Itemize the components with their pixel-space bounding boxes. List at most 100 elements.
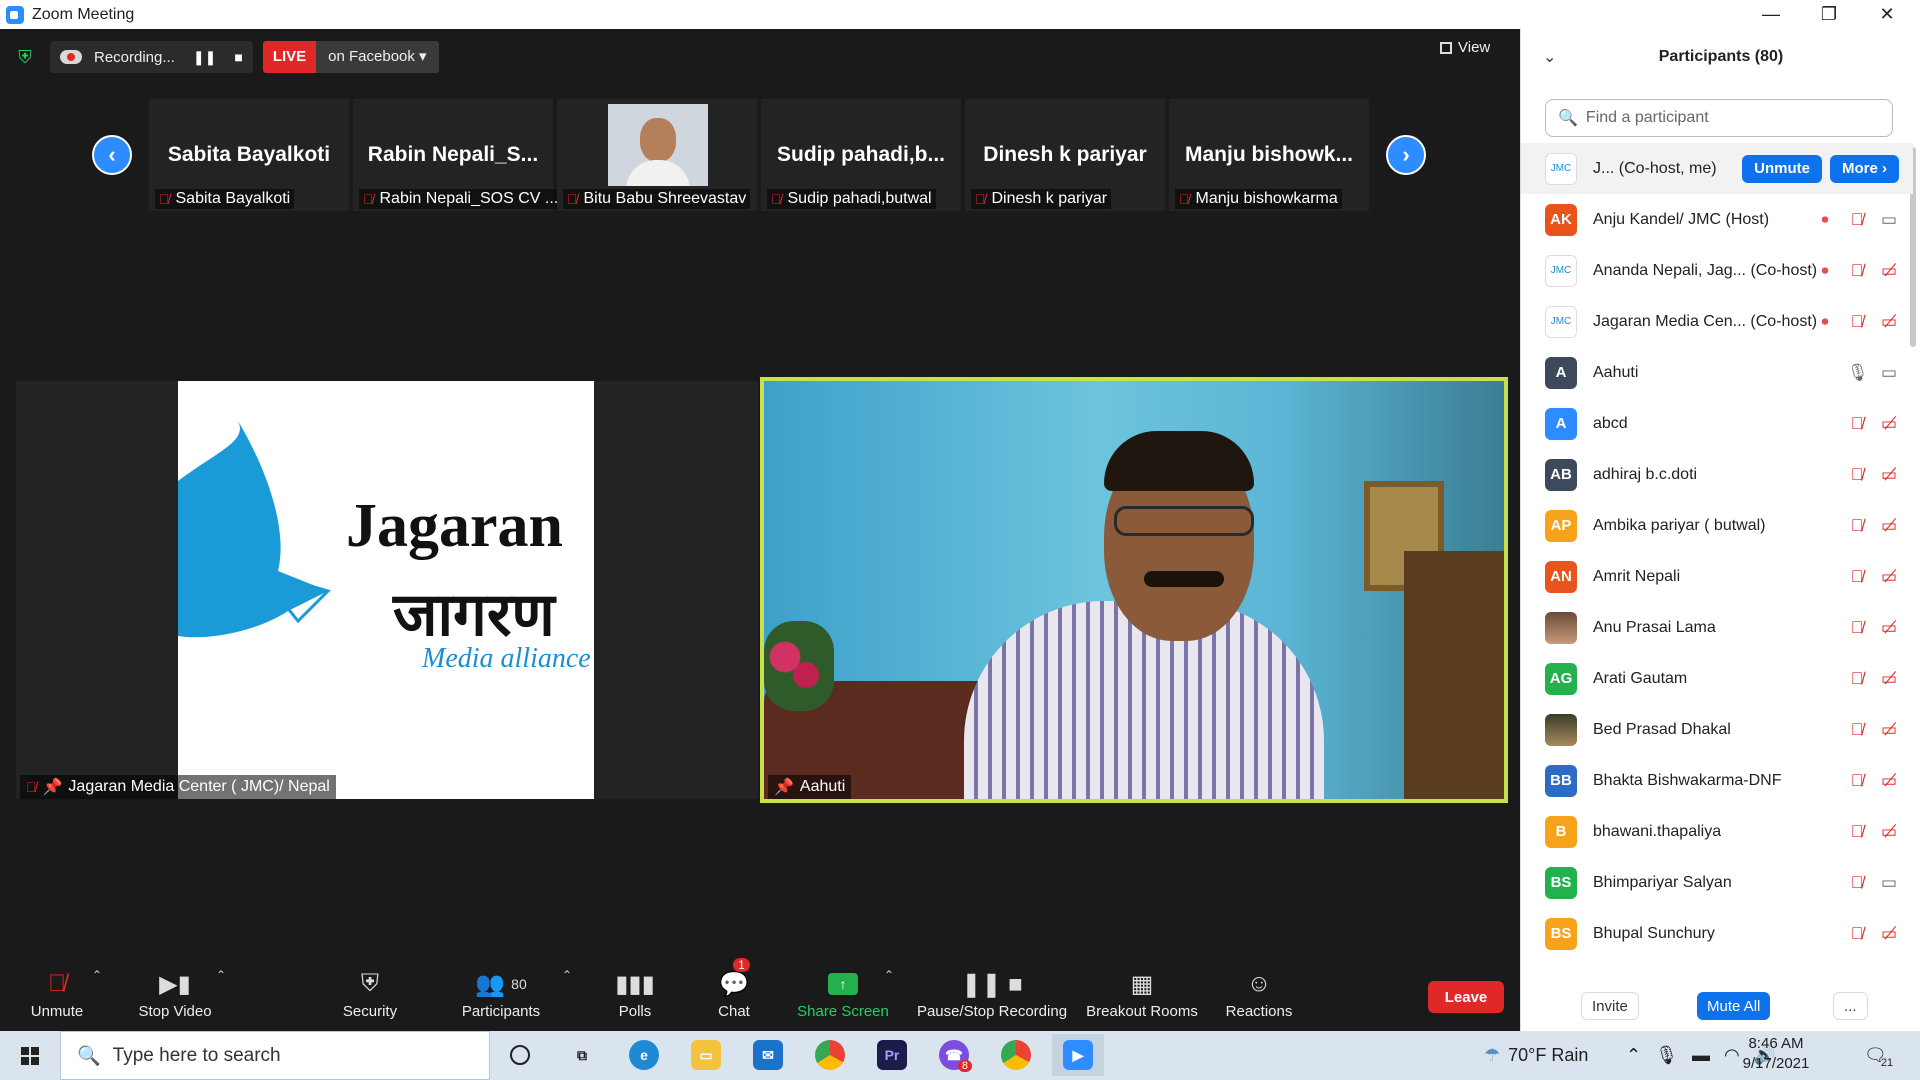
invite-button[interactable]: Invite (1581, 992, 1639, 1020)
taskbar-search-box[interactable]: 🔍 Type here to search (60, 1031, 490, 1080)
edge-browser-icon[interactable]: e (618, 1034, 670, 1076)
list-item[interactable]: A Aahuti 🎙 ▭ (1521, 347, 1913, 398)
live-destination-dropdown[interactable]: on Facebook ▾ (316, 41, 439, 73)
video-off-icon: ▭̸ (1880, 566, 1898, 586)
mic-muted-icon: 🎙̸ (1850, 719, 1864, 739)
notification-center-button[interactable]: 🗨 21 (1864, 1031, 1893, 1080)
encryption-shield-icon[interactable]: ⛨ (14, 46, 36, 68)
close-button[interactable]: ✕ (1858, 0, 1916, 29)
strip-next-button[interactable]: › (1386, 135, 1426, 175)
list-item[interactable]: BS Bhupal Sunchury 🎙̸ ▭̸ (1521, 908, 1913, 959)
mic-muted-icon: 🎙̸ (1850, 260, 1864, 280)
participants-options-caret[interactable]: ⌃ (562, 968, 572, 982)
cortana-icon[interactable] (494, 1034, 546, 1076)
stop-video-button[interactable]: ▶▮ Stop Video (130, 958, 220, 1024)
video-tile[interactable]: Dinesh k pariyar 🎙̸ Dinesh k pariyar (965, 99, 1165, 211)
list-item[interactable]: AB adhiraj b.c.doti 🎙̸ ▭̸ (1521, 449, 1913, 500)
share-options-caret[interactable]: ⌃ (884, 968, 894, 982)
chat-button[interactable]: 💬 1 Chat (712, 958, 756, 1024)
reactions-button[interactable]: ☺ Reactions (1222, 958, 1296, 1024)
mute-all-button[interactable]: Mute All (1697, 992, 1771, 1020)
video-tile[interactable]: Manju bishowk... 🎙̸ Manju bishowkarma (1169, 99, 1369, 211)
mic-muted-icon: 🎙̸ (48, 970, 66, 997)
video-tile[interactable]: Rabin Nepali_S... 🎙̸ Rabin Nepali_SOS CV … (353, 99, 563, 211)
viber-icon[interactable]: ☎ 8 (928, 1034, 980, 1076)
video-tile[interactable]: 🎙̸ Bitu Babu Shreevastav (557, 99, 757, 211)
restore-button[interactable]: ❐ (1800, 0, 1858, 29)
list-item[interactable]: AK Anju Kandel/ JMC (Host) ⏺ 🎙̸ ▭ (1521, 194, 1913, 245)
list-item[interactable]: B bhawani.thapaliya 🎙̸ ▭̸ (1521, 806, 1913, 857)
mic-icon[interactable]: 🎙 (1655, 1045, 1678, 1066)
live-stream-indicator[interactable]: LIVE on Facebook ▾ (262, 41, 439, 73)
more-options-button[interactable]: ... (1833, 992, 1868, 1020)
audio-options-caret[interactable]: ⌃ (92, 968, 102, 982)
chrome-profile-icon[interactable] (990, 1034, 1042, 1076)
participant-name: Amrit Nepali (1593, 567, 1681, 585)
avatar: JMC (1545, 254, 1577, 287)
weather-widget[interactable]: ☂ 70°F Rain (1484, 1031, 1588, 1080)
pause-stop-recording-button[interactable]: ❚❚ ■ Pause/Stop Recording (914, 958, 1070, 1024)
video-off-icon: ▭̸ (1880, 311, 1898, 331)
list-item[interactable]: Bed Prasad Dhakal 🎙̸ ▭̸ (1521, 704, 1913, 755)
list-item[interactable]: A abcd 🎙̸ ▭̸ (1521, 398, 1913, 449)
list-item[interactable]: Anu Prasai Lama 🎙̸ ▭̸ (1521, 602, 1913, 653)
video-options-caret[interactable]: ⌃ (216, 968, 226, 982)
security-label: Security (342, 1003, 398, 1020)
smiley-icon: ☺ (1246, 970, 1272, 997)
view-button[interactable]: View (1440, 39, 1490, 56)
participants-button[interactable]: 👥 80 Participants (458, 958, 544, 1024)
leave-button[interactable]: Leave (1428, 981, 1504, 1013)
video-off-icon: ▭̸ (1880, 617, 1898, 637)
chrome-icon[interactable] (804, 1034, 856, 1076)
mic-muted-icon: 🎙̸ (1850, 515, 1864, 535)
pause-recording-button[interactable]: ❚❚ (193, 49, 216, 66)
video-active-speaker[interactable]: 📌 Aahuti (760, 377, 1508, 803)
mail-icon[interactable]: ✉ (742, 1034, 794, 1076)
meeting-toolbar: 🎙̸ Unmute ⌃ ▶▮ Stop Video ⌃ ⛨ Security 👥… (0, 958, 1520, 1024)
task-view-icon[interactable]: ⧉ (556, 1034, 608, 1076)
list-item[interactable]: JMC Jagaran Media Cen... (Co-host) ⏺ 🎙̸ ▭̸ (1521, 296, 1913, 347)
video-tile[interactable]: Sudip pahadi,b... 🎙̸ Sudip pahadi,butwal (761, 99, 961, 211)
video-camera-icon: ▶▮ (159, 970, 191, 998)
minimize-button[interactable]: — (1742, 0, 1800, 29)
battery-icon[interactable]: ▬ (1692, 1045, 1710, 1066)
tile-small-name: Manju bishowkarma (1195, 190, 1338, 207)
zoom-taskbar-icon[interactable]: ▶ (1052, 1034, 1104, 1076)
video-off-icon: ▭̸ (1880, 515, 1898, 535)
window-title: Zoom Meeting (32, 5, 135, 23)
notification-count: 21 (1880, 1056, 1894, 1069)
mic-muted-icon: 🎙̸ (1850, 464, 1864, 484)
file-explorer-icon[interactable]: ▭ (680, 1034, 732, 1076)
windows-start-button[interactable] (0, 1031, 60, 1080)
list-item[interactable]: AP Ambika pariyar ( butwal) 🎙̸ ▭̸ (1521, 500, 1913, 551)
avatar: AP (1545, 509, 1577, 542)
participants-count: 80 (511, 976, 527, 992)
participant-row-me[interactable]: JMC J... (Co-host, me) Unmute More › (1521, 143, 1913, 194)
unmute-button[interactable]: 🎙̸ Unmute (20, 958, 94, 1024)
stop-recording-button[interactable]: ■ (234, 49, 242, 65)
strip-prev-button[interactable]: ‹ (92, 135, 132, 175)
view-label: View (1458, 39, 1491, 56)
more-button[interactable]: More › (1830, 154, 1899, 183)
recording-icon: ⏺ (1821, 211, 1829, 227)
unmute-me-button[interactable]: Unmute (1742, 154, 1822, 183)
video-jagaran-media[interactable]: Jagaran जागरण Media alliance 🎙̸ 📌 Jagara… (16, 381, 758, 799)
taskbar-clock[interactable]: 8:46 AM 9/17/2021 (1728, 1034, 1824, 1074)
premiere-pro-icon[interactable]: Pr (866, 1034, 918, 1076)
share-screen-button[interactable]: ↑ Share Screen (796, 958, 890, 1024)
mic-muted-icon: 🎙̸ (1850, 821, 1864, 841)
avatar-photo (1545, 713, 1577, 746)
security-button[interactable]: ⛨ Security (340, 958, 400, 1024)
list-item[interactable]: BB Bhakta Bishwakarma-DNF 🎙̸ ▭̸ (1521, 755, 1913, 806)
participant-search-input[interactable]: 🔍 Find a participant (1545, 99, 1893, 137)
recording-indicator: Recording... ❚❚ ■ (50, 41, 253, 73)
list-item[interactable]: BS Bhimpariyar Salyan 🎙̸ ▭ (1521, 857, 1913, 908)
chevron-up-icon[interactable]: ⌃ (1626, 1045, 1641, 1066)
list-item[interactable]: JMC Ananda Nepali, Jag... (Co-host) ⏺ 🎙̸ ▭… (1521, 245, 1913, 296)
video-tile[interactable]: Sabita Bayalkoti 🎙̸ Sabita Bayalkoti (149, 99, 349, 211)
list-item[interactable]: AN Amrit Nepali 🎙̸ ▭̸ (1521, 551, 1913, 602)
breakout-rooms-button[interactable]: ▦ Breakout Rooms (1084, 958, 1200, 1024)
avatar: AK (1545, 203, 1577, 236)
list-item[interactable]: AG Arati Gautam 🎙̸ ▭̸ (1521, 653, 1913, 704)
polls-button[interactable]: ▮▮▮ Polls (610, 958, 660, 1024)
